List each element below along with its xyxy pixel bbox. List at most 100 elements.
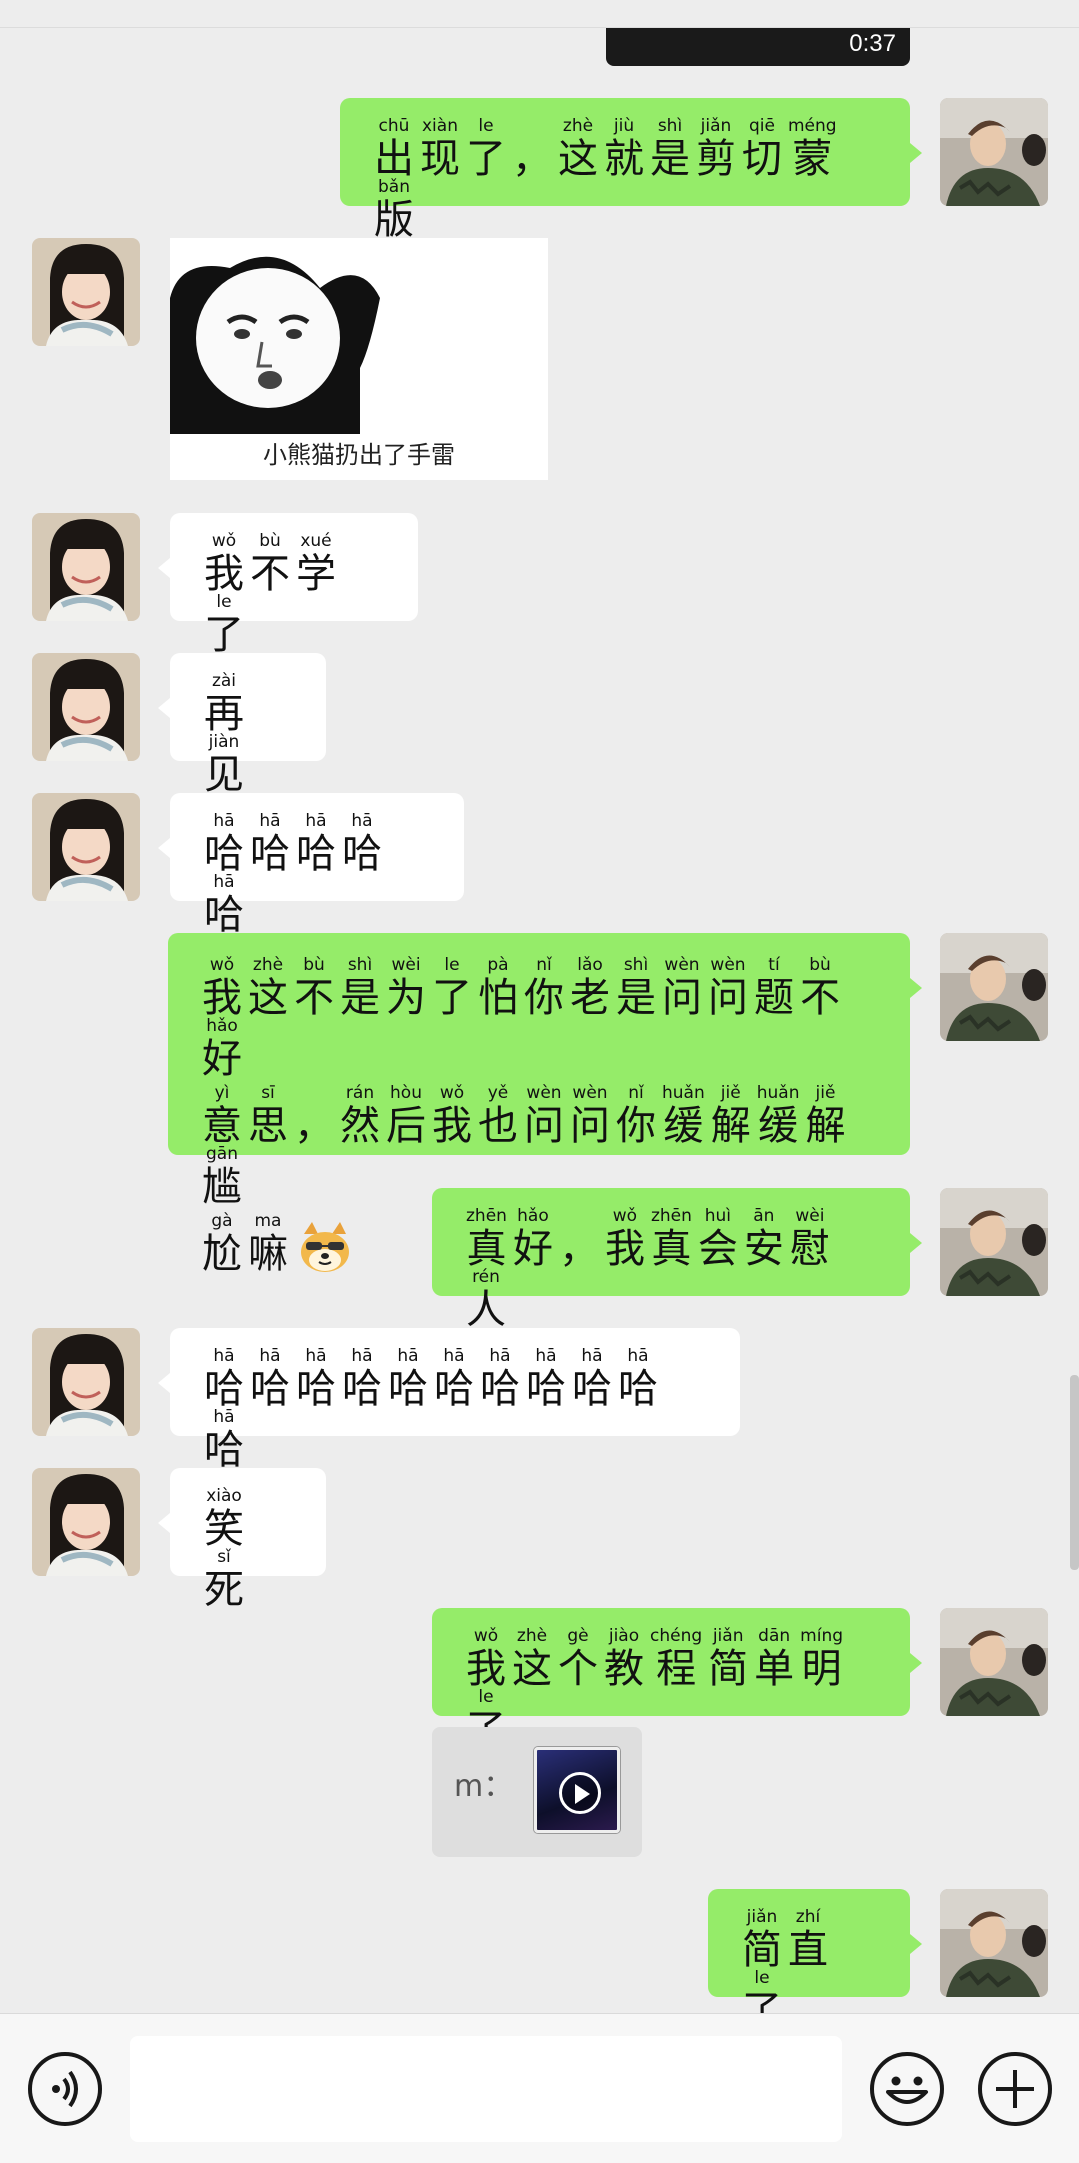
avatar-self[interactable] bbox=[940, 1608, 1048, 1716]
message-char: 问wèn bbox=[524, 1083, 564, 1149]
pinyin: zhēn bbox=[650, 1206, 692, 1226]
message-char: 不bù bbox=[250, 531, 290, 597]
pinyin: jiǎn bbox=[742, 1907, 782, 1927]
pinyin: xué bbox=[296, 531, 336, 551]
pinyin: le bbox=[742, 1968, 782, 1988]
message-char: 后hòu bbox=[386, 1083, 426, 1149]
pinyin: wèn bbox=[662, 955, 702, 975]
pinyin: hā bbox=[250, 811, 290, 831]
pinyin: bǎn bbox=[374, 177, 414, 197]
pinyin: hā bbox=[388, 1346, 428, 1366]
pinyin bbox=[294, 1083, 334, 1103]
pinyin: qiē bbox=[742, 116, 782, 136]
emoji-button[interactable] bbox=[870, 2052, 944, 2126]
video-link-card[interactable]: m： bbox=[432, 1727, 642, 1857]
avatar-other[interactable] bbox=[32, 513, 140, 621]
message-char: 为wèi bbox=[386, 955, 426, 1021]
pinyin: jiǎn bbox=[696, 116, 736, 136]
play-icon[interactable] bbox=[559, 1772, 601, 1814]
message-char: 老lǎo bbox=[570, 955, 610, 1021]
message-bubble-self[interactable]: 我wǒ这zhè个gè教jiào程chéng简jiǎn单dān明míng了le bbox=[432, 1608, 910, 1750]
message-input[interactable] bbox=[130, 2036, 842, 2142]
pinyin: shì bbox=[650, 116, 690, 136]
pinyin: hǎo bbox=[512, 1206, 553, 1226]
message-char: 切qiē bbox=[742, 116, 782, 182]
pinyin bbox=[559, 1206, 599, 1226]
pinyin: bù bbox=[294, 955, 334, 975]
message-char: ， bbox=[559, 1208, 599, 1269]
message-char: 哈hā bbox=[572, 1346, 612, 1412]
more-button[interactable] bbox=[978, 2052, 1052, 2126]
video-thumbnail[interactable] bbox=[534, 1747, 620, 1833]
pinyin bbox=[512, 116, 552, 136]
message-bubble-self[interactable]: 我wǒ 这zhè 不bù 是shì 为wèi 了le 怕pà 你nǐ 老lǎo 是shì 问wèn 问… bbox=[168, 933, 910, 1274]
pinyin: chū bbox=[374, 116, 414, 136]
message-char: 明míng bbox=[800, 1626, 844, 1692]
avatar-self[interactable] bbox=[940, 1889, 1048, 1997]
message-bubble-other[interactable]: 我wǒ 不bù 学xué 了le bbox=[170, 513, 418, 655]
pinyin: zhè bbox=[512, 1626, 552, 1646]
message-char: 问wèn bbox=[708, 955, 748, 1021]
pinyin: yì bbox=[202, 1083, 242, 1103]
message-char: 问wèn bbox=[570, 1083, 610, 1149]
message-char: 直zhí bbox=[788, 1907, 828, 1973]
message-char: 哈hā bbox=[480, 1346, 520, 1412]
message-char: 你nǐ bbox=[524, 955, 564, 1021]
message-char: 剪jiǎn bbox=[696, 116, 736, 182]
pinyin: míng bbox=[800, 1626, 844, 1646]
message-char: 哈hā bbox=[204, 811, 244, 877]
chat-input-bar bbox=[0, 2013, 1079, 2163]
pinyin: wèn bbox=[570, 1083, 610, 1103]
pinyin: shì bbox=[616, 955, 656, 975]
pinyin: hā bbox=[296, 1346, 336, 1366]
message-char: 这zhè bbox=[248, 955, 288, 1021]
avatar-other[interactable] bbox=[32, 1328, 140, 1436]
scrollbar[interactable] bbox=[1070, 1375, 1079, 1570]
pinyin: le bbox=[466, 1687, 506, 1707]
message-char: 安ān bbox=[743, 1206, 784, 1272]
message-char: 再zài bbox=[204, 671, 244, 737]
message-char: ， bbox=[512, 118, 552, 179]
pinyin: gè bbox=[558, 1626, 598, 1646]
voice-button[interactable] bbox=[28, 2052, 102, 2126]
avatar-other[interactable] bbox=[32, 238, 140, 346]
avatar-self[interactable] bbox=[940, 98, 1048, 206]
message-text-line-1: 我wǒ 这zhè 不bù 是shì 为wèi 了le 怕pà 你nǐ 老lǎo 是shì 问wèn 问… bbox=[202, 955, 876, 1079]
message-char: 简jiǎn bbox=[708, 1626, 749, 1692]
pinyin: gān bbox=[202, 1144, 242, 1164]
pinyin: zhí bbox=[788, 1907, 828, 1927]
avatar-other[interactable] bbox=[32, 1468, 140, 1576]
avatar-self[interactable] bbox=[940, 933, 1048, 1041]
message-char: 笑xiào bbox=[204, 1486, 244, 1552]
video-message[interactable]: 0:37 bbox=[606, 28, 910, 66]
message-char: 哈hā bbox=[618, 1346, 658, 1412]
pinyin: jiǎn bbox=[708, 1626, 749, 1646]
pinyin: méng bbox=[788, 116, 837, 136]
message-char: 单dān bbox=[754, 1626, 795, 1692]
message-bubble-self[interactable]: 简jiǎn 直zhí 了le bbox=[708, 1889, 910, 2031]
message-bubble-other[interactable]: 笑xiào 死sǐ bbox=[170, 1468, 326, 1610]
pinyin: hā bbox=[526, 1346, 566, 1366]
pinyin: bù bbox=[800, 955, 840, 975]
pinyin: zhēn bbox=[466, 1206, 507, 1226]
pinyin: zhè bbox=[558, 116, 598, 136]
message-char: 我wǒ bbox=[466, 1626, 506, 1692]
pinyin: hā bbox=[204, 1407, 244, 1427]
message-bubble-other[interactable]: 再zài 见jiàn bbox=[170, 653, 326, 795]
panda-sticker[interactable]: 小熊猫扔出了手雷 bbox=[170, 238, 548, 480]
message-bubble-other[interactable]: 哈hā 哈hā 哈hā 哈hā 哈hā bbox=[170, 793, 464, 935]
bubble-tail bbox=[158, 558, 170, 578]
avatar-self[interactable] bbox=[940, 1188, 1048, 1296]
message-char: 好hǎo bbox=[512, 1206, 553, 1272]
avatar-other[interactable] bbox=[32, 793, 140, 901]
message-bubble-self[interactable]: 出chū 现xiàn 了le， 这zhè 就jiù 是shì 剪jiǎn 切qiē 蒙méng… bbox=[340, 98, 910, 240]
pinyin: hā bbox=[204, 811, 244, 831]
pinyin: hā bbox=[572, 1346, 612, 1366]
pinyin: jiàn bbox=[204, 732, 244, 752]
sticker-caption: 小熊猫扔出了手雷 bbox=[263, 441, 455, 469]
avatar-other[interactable] bbox=[32, 653, 140, 761]
message-char: 尴gān bbox=[202, 1144, 242, 1210]
message-bubble-other[interactable]: 哈hā 哈hā 哈hā 哈hā 哈hā 哈hā 哈hā 哈hā 哈hā 哈hā 哈hā bbox=[170, 1328, 740, 1470]
message-bubble-self[interactable]: 真zhēn 好hǎo， 我wǒ 真zhēn 会huì 安ān 慰wèi 人rén bbox=[432, 1188, 910, 1330]
message-text: 我wǒ 不bù 学xué 了le bbox=[204, 531, 384, 655]
